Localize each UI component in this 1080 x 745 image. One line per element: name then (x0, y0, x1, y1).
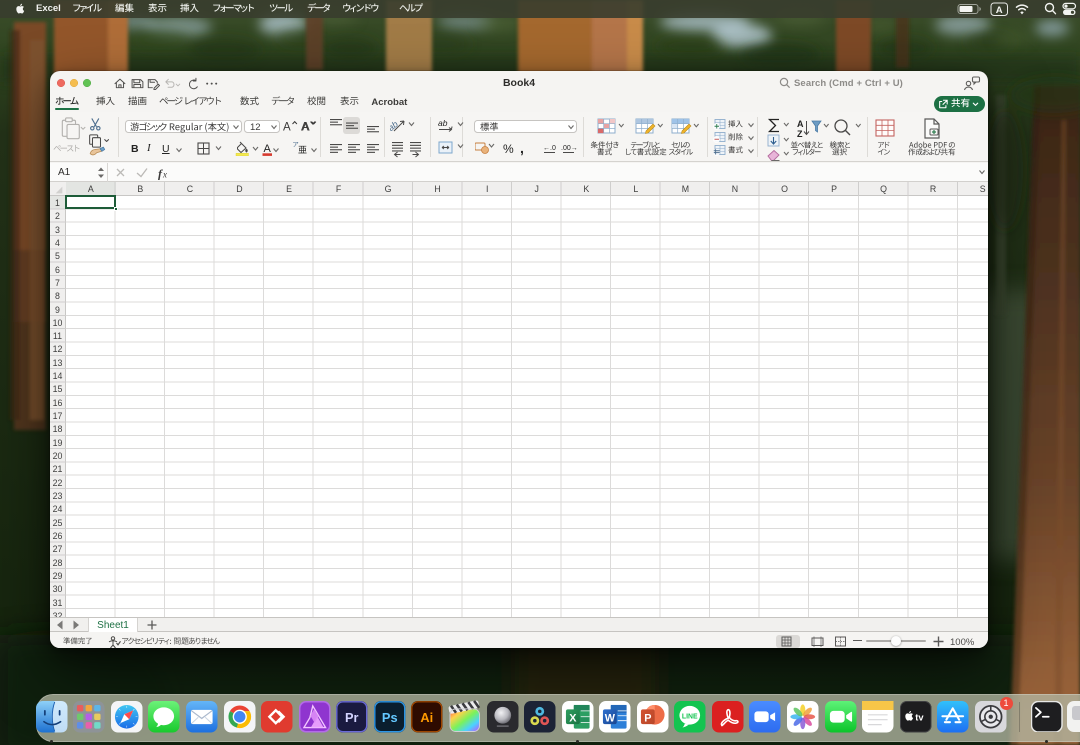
svg-text:Ai: Ai (421, 710, 434, 725)
svg-text:LINE: LINE (682, 713, 698, 720)
svg-text:W: W (605, 712, 616, 724)
svg-text:X: X (569, 712, 577, 724)
svg-text:A: A (283, 122, 291, 134)
svg-text:A: A (797, 119, 804, 129)
svg-text:←.0: ←.0 (543, 145, 556, 152)
svg-text:A: A (996, 5, 1003, 16)
svg-text:,: , (520, 140, 524, 156)
svg-text:Z: Z (797, 129, 803, 139)
svg-text:Ps: Ps (382, 710, 398, 725)
svg-text:%: % (503, 142, 514, 156)
svg-text:A: A (264, 143, 272, 155)
svg-text:Pr: Pr (345, 710, 359, 725)
svg-text:x: x (162, 169, 167, 179)
svg-text:P: P (644, 712, 651, 724)
svg-text:tv: tv (915, 712, 924, 722)
svg-text:A: A (301, 122, 309, 134)
svg-text:ab: ab (438, 118, 448, 128)
svg-text:.00→: .00→ (561, 145, 578, 152)
